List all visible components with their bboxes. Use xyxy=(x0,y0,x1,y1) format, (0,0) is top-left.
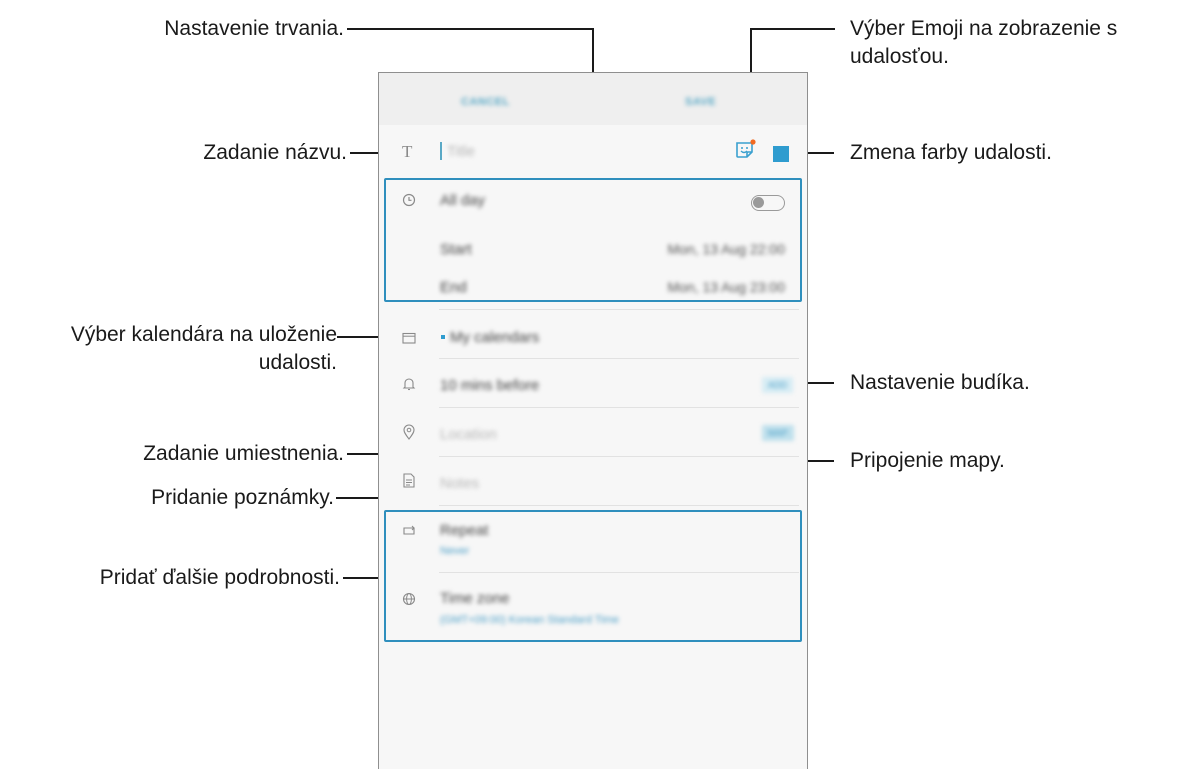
location-pin-icon xyxy=(403,424,415,444)
divider xyxy=(439,407,799,408)
note-icon xyxy=(403,473,415,492)
callout-map: Pripojenie mapy. xyxy=(850,449,1005,472)
callout-alarm: Nastavenie budíka. xyxy=(850,371,1030,394)
callout-duration: Nastavenie trvania. xyxy=(164,17,344,40)
calendar-icon xyxy=(402,331,416,348)
divider xyxy=(439,505,799,506)
app-header xyxy=(379,73,807,125)
calendar-color-dot xyxy=(441,335,445,339)
text-icon: T xyxy=(402,142,413,161)
cancel-button[interactable]: CANCEL xyxy=(461,96,510,108)
reminder-value[interactable]: 10 mins before xyxy=(440,377,539,394)
map-button[interactable]: MAP xyxy=(762,425,794,441)
reminder-add-button[interactable]: ADD xyxy=(762,377,794,393)
phone-screen: CANCEL SAVE T Title All day Start Mon, 1… xyxy=(378,72,808,769)
location-input[interactable]: Location xyxy=(440,426,497,443)
duration-highlight-box xyxy=(384,178,802,302)
callout-location: Zadanie umiestnenia. xyxy=(143,442,344,465)
event-color-button[interactable] xyxy=(773,146,789,162)
details-highlight-box xyxy=(384,510,802,642)
title-input[interactable]: Title xyxy=(447,143,475,160)
text-cursor xyxy=(440,142,442,160)
callout-emoji-1: Výber Emoji na zobrazenie s xyxy=(850,17,1118,40)
callout-details: Pridať ďalšie podrobnosti. xyxy=(99,566,340,589)
divider xyxy=(439,358,799,359)
callout-title: Zadanie názvu. xyxy=(203,141,347,164)
callout-calendar-2: udalosti. xyxy=(258,351,337,374)
callout-calendar-1: Výber kalendára na uloženie xyxy=(70,323,337,346)
divider xyxy=(439,309,799,310)
callout-note: Pridanie poznámky. xyxy=(151,486,334,509)
sticker-emoji-icon[interactable] xyxy=(734,139,756,161)
bell-icon xyxy=(402,377,416,395)
calendar-select[interactable]: My calendars xyxy=(450,329,539,346)
notes-input[interactable]: Notes xyxy=(440,475,479,492)
save-button[interactable]: SAVE xyxy=(685,96,716,108)
callout-color: Zmena farby udalosti. xyxy=(850,141,1052,164)
callout-emoji-2: udalosťou. xyxy=(850,45,949,68)
divider xyxy=(439,456,799,457)
